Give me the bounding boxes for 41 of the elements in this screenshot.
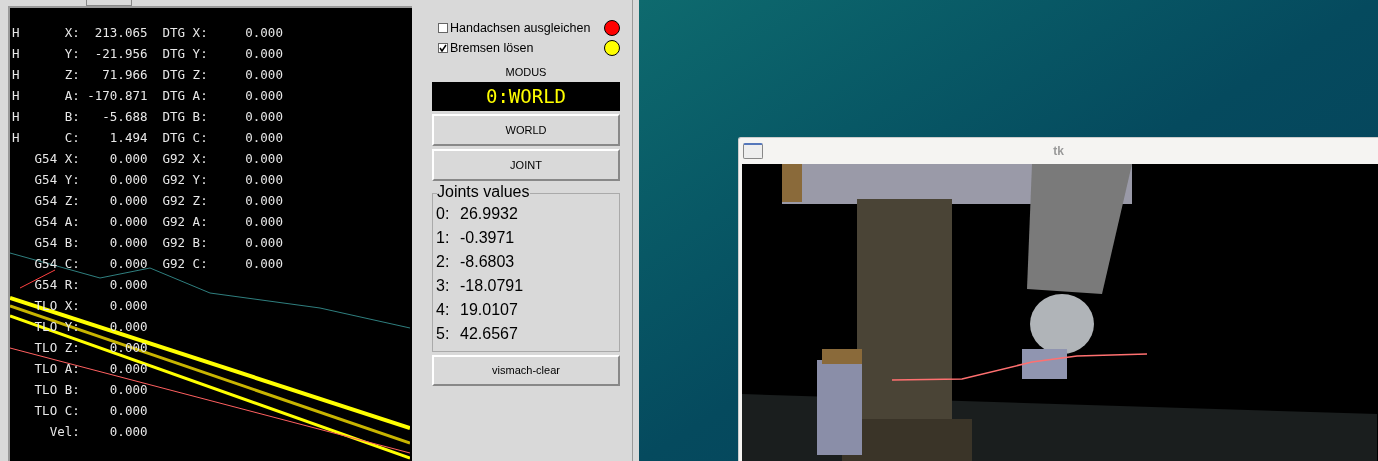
joint-value: -8.6803	[460, 252, 515, 272]
dro-row-text: G54 X: 0.000 G92 X: 0.000	[33, 150, 284, 168]
dro-row-text: G54 Y: 0.000 G92 Y: 0.000	[33, 171, 284, 189]
joint-index: 3:	[436, 276, 451, 296]
dro-row-text: Vel: 0.000	[48, 423, 149, 441]
check-icon	[439, 44, 447, 52]
joint-value: -0.3971	[460, 228, 515, 248]
dro-row-text: TLO B: 0.000	[33, 381, 149, 399]
checkbox-label: Handachsen ausgleichen	[450, 19, 592, 37]
dro-row-text: G54 R: 0.000	[33, 276, 149, 294]
dro-row-text: H C: 1.494 DTG C: 0.000	[12, 129, 284, 147]
dro-row-text: H Y: -21.956 DTG Y: 0.000	[12, 45, 284, 63]
dro-row-text: H A: -170.871 DTG A: 0.000	[12, 87, 284, 105]
mode-button[interactable]: WORLD	[432, 114, 620, 146]
joint-value: 19.0107	[460, 300, 518, 320]
mode-display: 0:WORLD	[432, 82, 620, 111]
dro-row-text: G54 Z: 0.000 G92 Z: 0.000	[33, 192, 284, 210]
dro-row-text: TLO C: 0.000	[33, 402, 149, 420]
joint-index: 4:	[436, 300, 451, 320]
dro-row-text: G54 B: 0.000 G92 B: 0.000	[33, 234, 284, 252]
checkbox[interactable]	[438, 23, 448, 33]
mode-button[interactable]: JOINT	[432, 149, 620, 181]
dro-row-text: H X: 213.065 DTG X: 0.000	[12, 24, 284, 42]
window-title: tk	[1052, 143, 1065, 160]
joint-value: 42.6567	[460, 324, 518, 344]
dro-row-text: G54 A: 0.000 G92 A: 0.000	[33, 213, 284, 231]
joint-index: 1:	[436, 228, 451, 248]
dro-row-text: G54 C: 0.000 G92 C: 0.000	[33, 255, 284, 273]
joint-value: 26.9932	[460, 204, 518, 224]
joint-index: 2:	[436, 252, 451, 272]
joint-index: 5:	[436, 324, 451, 344]
joint-index: 0:	[436, 204, 451, 224]
mode-label: MODUS	[504, 65, 548, 80]
checkbox-label: Bremsen lösen	[450, 39, 535, 57]
joint-value: -18.0791	[460, 276, 524, 296]
clear-button[interactable]: vismach-clear	[432, 355, 620, 386]
dro-row-text: H Z: 71.966 DTG Z: 0.000	[12, 66, 284, 84]
dro-row-text: H B: -5.688 DTG B: 0.000	[12, 108, 284, 126]
dro-row-text: TLO A: 0.000	[33, 360, 149, 378]
window-menu-icon[interactable]	[743, 143, 763, 159]
checkbox[interactable]	[438, 43, 448, 53]
